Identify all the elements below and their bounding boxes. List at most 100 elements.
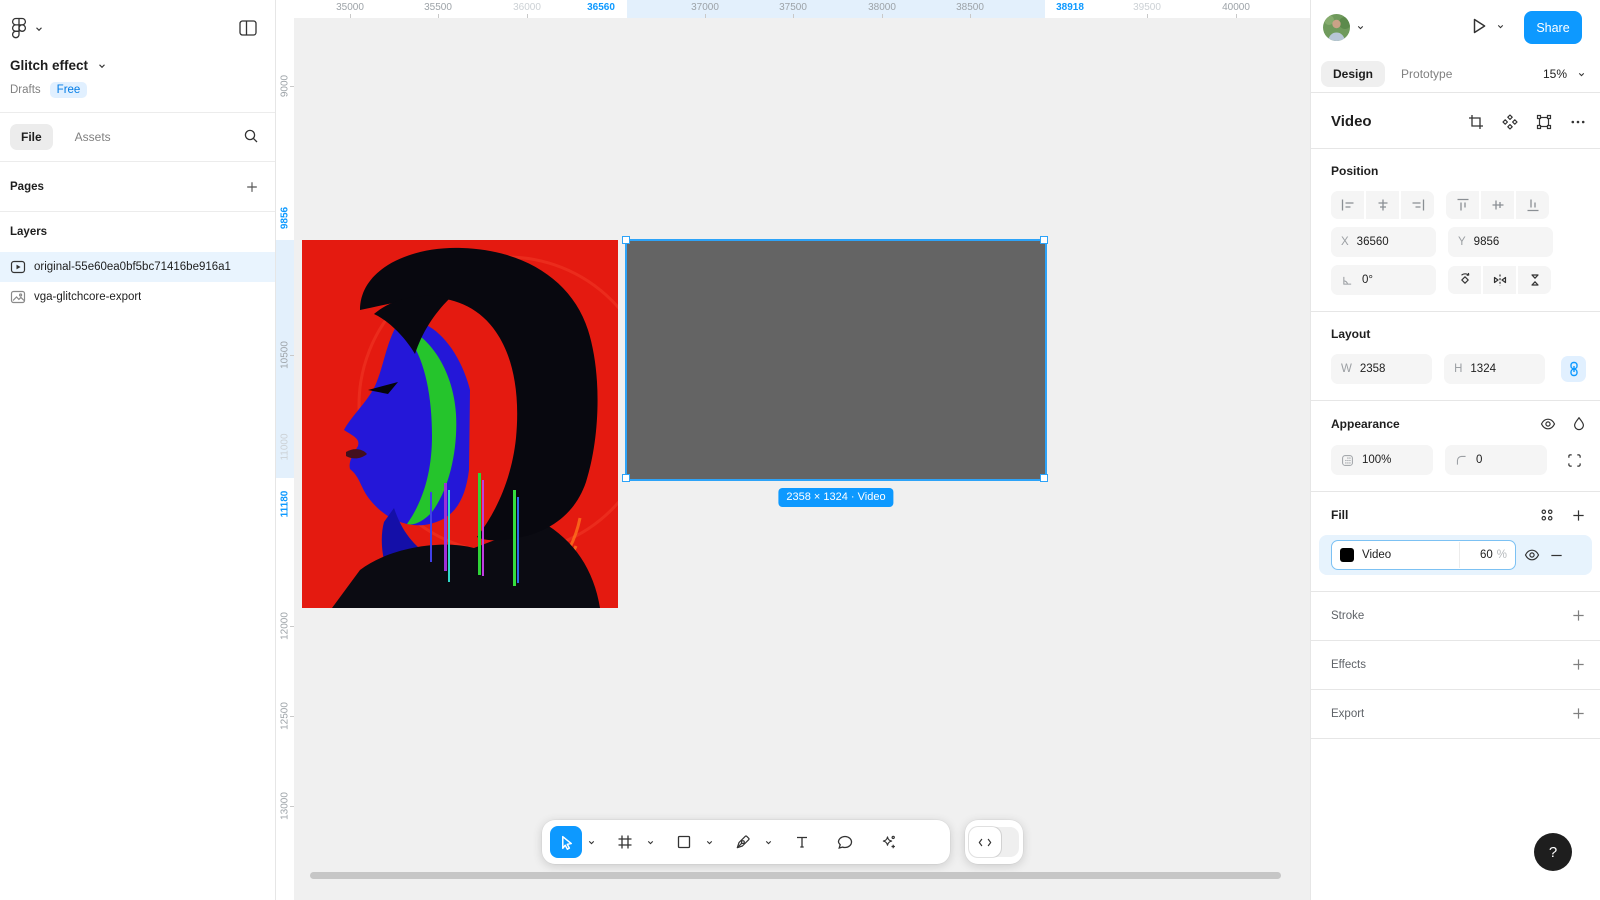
dev-mode-knob[interactable] (969, 827, 1001, 857)
plan-badge: Free (50, 82, 88, 98)
opacity-icon (1341, 454, 1354, 467)
layer-row-image[interactable]: vga-glitchcore-export (0, 282, 275, 312)
tab-assets[interactable]: Assets (75, 130, 111, 144)
sidebar-toggle-icon[interactable] (239, 20, 257, 36)
tab-prototype[interactable]: Prototype (1389, 61, 1464, 87)
align-top-icon[interactable] (1446, 191, 1479, 219)
independent-corners-button[interactable] (1563, 448, 1586, 472)
layout-label: Layout (1331, 327, 1370, 341)
fill-color-swatch[interactable] (1340, 548, 1354, 562)
pen-tool-button[interactable] (727, 826, 759, 858)
fill-value-input[interactable]: Video 60 % (1331, 540, 1516, 570)
frame-selection-icon[interactable] (1536, 114, 1552, 130)
canvas[interactable]: 2358 × 1324 · Video 35000 35500 36000 36… (276, 0, 1310, 900)
align-vertical-center-icon[interactable] (1481, 191, 1514, 219)
horizontal-scrollbar[interactable] (310, 872, 1281, 879)
move-tool-chevron-icon[interactable] (584, 826, 598, 858)
appearance-label: Appearance (1331, 417, 1400, 431)
avatar (1323, 14, 1350, 41)
selection-size-badge: 2358 × 1324 · Video (778, 488, 893, 507)
transform-group (1448, 266, 1551, 294)
x-value: 36560 (1357, 236, 1389, 248)
ruler-vertical: 9000 9856 10500 11000 11180 12000 12500 … (276, 18, 294, 900)
align-bottom-icon[interactable] (1516, 191, 1549, 219)
fill-visibility-eye-icon[interactable] (1524, 547, 1540, 563)
add-page-icon[interactable] (245, 180, 259, 194)
opacity-field[interactable]: 100% (1331, 445, 1433, 475)
present-button[interactable] (1471, 17, 1505, 35)
layer-row-video[interactable]: original-55e60ea0bf5bc71416be916a1 (0, 252, 275, 282)
blend-droplet-icon[interactable] (1572, 416, 1586, 432)
selection-handle-bottom-right[interactable] (1040, 474, 1048, 482)
add-fill-icon[interactable] (1571, 508, 1586, 523)
main-menu-button[interactable] (11, 17, 44, 40)
glitch-portrait-image[interactable] (302, 240, 618, 608)
align-right-icon[interactable] (1401, 191, 1434, 219)
ruler-corner (276, 0, 294, 18)
add-effect-icon[interactable] (1571, 657, 1586, 672)
pen-tool-chevron-icon[interactable] (761, 826, 775, 858)
crop-icon[interactable] (1468, 114, 1484, 130)
selection-handle-bottom-left[interactable] (622, 474, 630, 482)
rotation-field[interactable]: 0° (1331, 265, 1436, 295)
selected-video-element[interactable] (627, 241, 1045, 479)
y-position-field[interactable]: Y 9856 (1448, 227, 1553, 257)
height-field[interactable]: H 1324 (1444, 354, 1545, 384)
account-menu[interactable] (1323, 14, 1365, 41)
shape-tool-chevron-icon[interactable] (702, 826, 716, 858)
image-layer-icon (10, 289, 26, 305)
styles-icon[interactable] (1539, 507, 1555, 523)
add-stroke-icon[interactable] (1571, 608, 1586, 623)
angle-icon (1341, 274, 1354, 287)
align-left-icon[interactable] (1331, 191, 1364, 219)
share-button[interactable]: Share (1524, 11, 1582, 44)
pages-label: Pages (10, 181, 44, 193)
frame-tool-button[interactable] (609, 826, 641, 858)
play-icon (1471, 17, 1487, 35)
file-title-chevron-icon[interactable] (97, 61, 107, 71)
layers-label: Layers (10, 226, 47, 238)
chevron-down-icon[interactable] (1496, 22, 1505, 31)
width-field[interactable]: W 2358 (1331, 354, 1432, 384)
comment-tool-button[interactable] (829, 826, 861, 858)
dev-mode-toggle[interactable] (965, 820, 1023, 864)
horizontal-align-group (1331, 191, 1434, 219)
export-label: Export (1331, 708, 1364, 720)
more-options-icon[interactable] (1570, 114, 1586, 130)
file-location[interactable]: Drafts (10, 84, 41, 96)
fill-label: Fill (1331, 508, 1348, 522)
actions-tool-button[interactable] (872, 826, 904, 858)
tab-file[interactable]: File (10, 124, 53, 150)
selection-title: Video (1331, 113, 1372, 130)
selection-handle-top-left[interactable] (622, 236, 630, 244)
x-position-field[interactable]: X 36560 (1331, 227, 1436, 257)
constrain-proportions-button[interactable] (1561, 356, 1586, 382)
fill-opacity-value[interactable]: 60 (1459, 542, 1493, 568)
remove-fill-icon[interactable] (1549, 548, 1564, 563)
search-icon[interactable] (243, 128, 259, 144)
right-panel: Share Design Prototype 15% Video (1310, 0, 1600, 900)
y-value: 9856 (1474, 236, 1500, 248)
flip-vertical-icon[interactable] (1518, 266, 1551, 294)
selection-handle-top-right[interactable] (1040, 236, 1048, 244)
component-icon[interactable] (1502, 114, 1518, 130)
visibility-eye-icon[interactable] (1540, 416, 1556, 432)
frame-tool-chevron-icon[interactable] (643, 826, 657, 858)
rotation-value: 0° (1362, 274, 1373, 286)
add-export-icon[interactable] (1571, 706, 1586, 721)
move-tool-button[interactable] (550, 826, 582, 858)
zoom-level: 15% (1543, 67, 1567, 81)
chevron-down-icon (1356, 23, 1365, 32)
fill-section: Fill Video 60 % (1311, 492, 1600, 592)
corner-radius-field[interactable]: 0 (1445, 445, 1547, 475)
fill-row[interactable]: Video 60 % (1319, 535, 1592, 575)
text-tool-button[interactable] (786, 826, 818, 858)
zoom-menu[interactable]: 15% (1543, 67, 1586, 81)
help-button[interactable]: ? (1534, 833, 1572, 871)
align-horizontal-center-icon[interactable] (1366, 191, 1399, 219)
tab-design[interactable]: Design (1321, 61, 1385, 87)
flip-horizontal-icon[interactable] (1483, 266, 1516, 294)
shape-tool-button[interactable] (668, 826, 700, 858)
height-value: 1324 (1470, 363, 1496, 375)
rotate-icon[interactable] (1448, 266, 1481, 294)
